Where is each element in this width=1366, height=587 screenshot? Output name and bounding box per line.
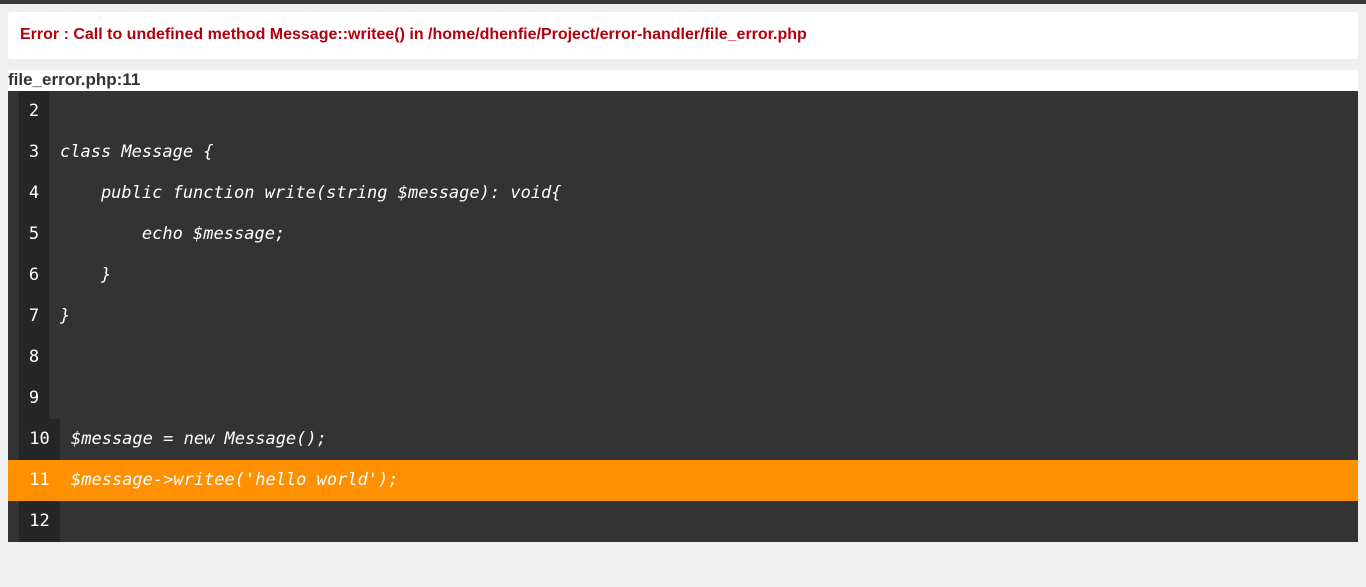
code-line: 8	[8, 337, 1358, 378]
file-header: file_error.php:11	[8, 70, 1358, 91]
code-line: 3 class Message {	[8, 132, 1358, 173]
line-number: 5	[19, 214, 49, 255]
line-code: $message = new Message();	[71, 429, 327, 449]
code-block: 2 3 class Message { 4 public function wr…	[8, 91, 1358, 542]
line-number: 2	[19, 91, 49, 132]
file-location-label: file_error.php:11	[8, 70, 141, 89]
line-number: 10	[19, 419, 60, 460]
line-number: 12	[19, 501, 60, 542]
line-code: echo $message;	[60, 224, 286, 244]
line-code: }	[60, 306, 71, 326]
line-code: public function write(string $message): …	[60, 183, 562, 203]
line-number: 8	[19, 337, 49, 378]
code-line: 6 }	[8, 255, 1358, 296]
code-line-highlighted: 11 $message->writee('hello world');	[8, 460, 1358, 501]
line-number: 3	[19, 132, 49, 173]
line-number: 6	[19, 255, 49, 296]
line-number: 9	[19, 378, 49, 419]
line-number: 11	[29, 470, 50, 490]
code-line: 4 public function write(string $message)…	[8, 173, 1358, 214]
line-number: 4	[19, 173, 49, 214]
code-line: 9	[8, 378, 1358, 419]
line-code: class Message {	[60, 142, 214, 162]
code-line: 7 }	[8, 296, 1358, 337]
line-code: $message->writee('hello world');	[71, 470, 399, 490]
code-line: 10 $message = new Message();	[8, 419, 1358, 460]
error-banner: Error : Call to undefined method Message…	[8, 12, 1358, 59]
top-bar	[0, 0, 1366, 4]
error-message: Error : Call to undefined method Message…	[20, 26, 807, 43]
code-line: 5 echo $message;	[8, 214, 1358, 255]
line-number: 7	[19, 296, 49, 337]
code-line: 12	[8, 501, 1358, 542]
line-code: }	[60, 265, 112, 285]
